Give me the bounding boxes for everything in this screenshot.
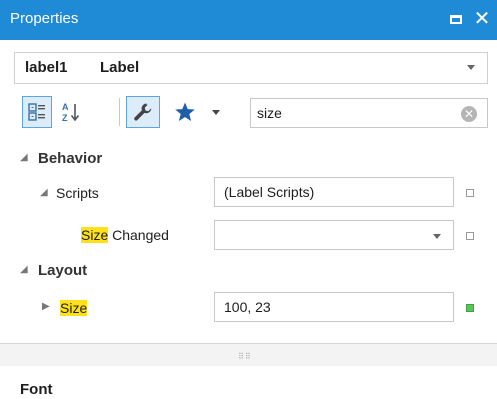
search-highlight: Size: [60, 300, 88, 316]
window-title: Properties: [10, 10, 79, 27]
wrench-icon: [134, 103, 152, 121]
chevron-down-icon: [212, 109, 220, 115]
description-title: Font: [20, 381, 53, 398]
close-icon: ✕: [473, 8, 491, 30]
category-behavior[interactable]: ◢ Behavior: [0, 146, 497, 172]
categorized-icon: [28, 103, 45, 121]
property-value: (Label Scripts): [224, 184, 315, 200]
collapse-icon[interactable]: ◢: [20, 152, 28, 163]
clear-search-icon[interactable]: ✕: [461, 106, 477, 122]
property-marker[interactable]: [466, 232, 474, 240]
title-bar: Properties ✕: [0, 0, 497, 40]
events-tab-button[interactable]: [170, 96, 200, 128]
categorized-button[interactable]: [22, 96, 52, 128]
property-value-field[interactable]: (Label Scripts): [214, 177, 454, 207]
object-selector[interactable]: label1 Label: [14, 52, 488, 84]
svg-text:Z: Z: [62, 113, 68, 123]
category-label: Layout: [38, 262, 88, 279]
property-modified-marker[interactable]: [466, 304, 474, 312]
expand-icon[interactable]: ▶: [42, 301, 50, 312]
property-label: Size Changed: [81, 227, 169, 243]
category-label: Behavior: [38, 150, 103, 167]
grip-icon: ⠿⠿: [238, 352, 252, 361]
chevron-down-icon[interactable]: [467, 65, 475, 70]
maximize-button[interactable]: [446, 8, 466, 30]
property-row-size[interactable]: ▶ Size 100, 23: [0, 289, 497, 325]
property-label: Size: [60, 300, 88, 316]
property-label-rest: Changed: [108, 227, 169, 243]
maximize-icon: [450, 14, 462, 24]
svg-text:A: A: [62, 102, 69, 112]
sort-az-icon: A Z: [62, 102, 80, 123]
collapse-icon[interactable]: ◢: [40, 187, 48, 198]
property-row-scripts[interactable]: ◢ Scripts (Label Scripts): [0, 174, 497, 210]
category-layout[interactable]: ◢ Layout: [0, 258, 497, 284]
star-icon: [175, 102, 195, 121]
alphabetical-button[interactable]: A Z: [56, 96, 86, 128]
property-marker[interactable]: [466, 189, 474, 197]
description-splitter[interactable]: ⠿⠿: [0, 344, 497, 366]
property-label: Scripts: [56, 185, 99, 201]
search-box[interactable]: ✕: [250, 98, 488, 128]
close-button[interactable]: ✕: [472, 8, 492, 30]
property-value-field[interactable]: 100, 23: [214, 292, 454, 322]
property-row-size-changed[interactable]: Size Changed: [0, 217, 497, 253]
property-value: 100, 23: [224, 299, 271, 315]
toolbar-dropdown-button[interactable]: [206, 96, 226, 128]
properties-tab-button[interactable]: [126, 96, 160, 128]
chevron-down-icon[interactable]: [433, 234, 441, 239]
search-input[interactable]: [257, 104, 447, 122]
object-name: label1: [25, 59, 68, 76]
object-type: Label: [100, 59, 140, 76]
toolbar-separator: [119, 98, 120, 126]
search-highlight: Size: [81, 227, 109, 243]
property-value-dropdown[interactable]: [214, 220, 454, 250]
collapse-icon[interactable]: ◢: [20, 264, 28, 275]
